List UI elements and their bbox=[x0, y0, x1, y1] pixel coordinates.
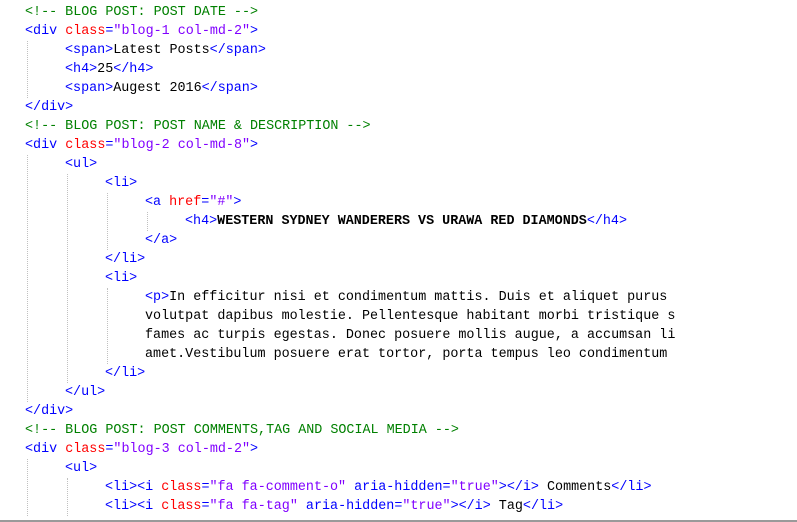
indent-guide bbox=[27, 459, 28, 516]
code-token-tag: <li><i bbox=[105, 499, 162, 514]
code-token-value: "true" bbox=[402, 499, 451, 514]
code-token-tag: > bbox=[250, 24, 259, 39]
code-line: amet.Vestibulum posuere erat tortor, por… bbox=[145, 345, 667, 364]
code-token-attr: class bbox=[161, 480, 202, 495]
code-token-value: "blog-1 col-md-2" bbox=[113, 24, 251, 39]
code-token-attr: class bbox=[65, 442, 106, 457]
code-token-comment: <!-- BLOG POST: POST COMMENTS,TAG AND SO… bbox=[25, 423, 459, 438]
code-token-tag: </li> bbox=[522, 499, 564, 514]
code-line: <div class="blog-2 col-md-8"> bbox=[25, 136, 258, 155]
code-line: <h4>WESTERN SYDNEY WANDERERS VS URAWA RE… bbox=[185, 212, 627, 231]
code-line: <li><i class="fa fa-comment-o" aria-hidd… bbox=[105, 478, 651, 497]
code-line: <a href="#"> bbox=[145, 193, 241, 212]
code-token-bold: WESTERN SYDNEY WANDERERS VS URAWA RED DI… bbox=[217, 214, 587, 229]
indent-guide bbox=[107, 193, 108, 250]
code-token-tag: <h4> bbox=[185, 214, 218, 229]
code-token-value: "true" bbox=[450, 480, 499, 495]
indent-guide bbox=[147, 212, 148, 231]
code-token-tag: <span> bbox=[65, 81, 114, 96]
code-editor[interactable]: <!-- BLOG POST: POST DATE --> <div class=… bbox=[0, 0, 797, 522]
code-token-tag: ></i> bbox=[498, 480, 539, 495]
code-token-value: "blog-3 col-md-2" bbox=[113, 442, 251, 457]
code-token-text: 25 bbox=[97, 62, 114, 77]
code-token-tag: <p> bbox=[145, 290, 170, 305]
code-line: <div class="blog-3 col-md-2"> bbox=[25, 440, 258, 459]
code-line: <ul> bbox=[65, 459, 97, 478]
code-token-attr: class bbox=[161, 499, 202, 514]
code-token-comment: <!-- BLOG POST: POST DATE --> bbox=[25, 5, 259, 20]
indent-guide bbox=[67, 174, 68, 383]
code-token-attr: class bbox=[65, 24, 106, 39]
code-line: volutpat dapibus molestie. Pellentesque … bbox=[145, 307, 675, 326]
indent-guide bbox=[27, 155, 28, 402]
code-token-tag: ></i> bbox=[450, 499, 491, 514]
code-token-value: "fa fa-comment-o" bbox=[209, 480, 347, 495]
code-token-tag: </div> bbox=[25, 100, 74, 115]
code-line: <ul> bbox=[65, 155, 97, 174]
code-token-tag: <h4> bbox=[65, 62, 98, 77]
code-line: <li> bbox=[105, 269, 137, 288]
code-token-tag: <li><i bbox=[105, 480, 162, 495]
code-token-value: "fa fa-tag" bbox=[209, 499, 298, 514]
code-line: <span>Augest 2016</span> bbox=[65, 79, 258, 98]
code-token-text: Tag bbox=[490, 499, 523, 514]
indent-guide bbox=[107, 288, 108, 364]
code-token-tag: <li> bbox=[105, 271, 138, 286]
code-line: </a> bbox=[145, 231, 177, 250]
code-token-tag: </li> bbox=[105, 252, 146, 267]
code-token-tag: </span> bbox=[209, 43, 266, 58]
code-token-tag: <ul> bbox=[65, 461, 98, 476]
code-line: <!-- BLOG POST: POST COMMENTS,TAG AND SO… bbox=[25, 421, 459, 440]
code-token-text: Augest 2016 bbox=[113, 81, 202, 96]
code-token-text: volutpat dapibus molestie. Pellentesque … bbox=[145, 309, 676, 324]
code-token-text: amet.Vestibulum posuere erat tortor, por… bbox=[145, 347, 668, 362]
code-token-tag: aria-hidden= bbox=[297, 499, 403, 514]
code-token-tag: <div bbox=[25, 442, 66, 457]
code-line: </li> bbox=[105, 250, 145, 269]
code-line: <span>Latest Posts</span> bbox=[65, 41, 266, 60]
code-line: fames ac turpis egestas. Donec posuere m… bbox=[145, 326, 675, 345]
code-token-tag: <a bbox=[145, 195, 170, 210]
code-token-tag: <span> bbox=[65, 43, 114, 58]
code-token-text: In efficitur nisi et condimentum mattis.… bbox=[169, 290, 668, 305]
indent-guide bbox=[67, 478, 68, 516]
code-line: </ul> bbox=[65, 383, 105, 402]
code-token-tag: </a> bbox=[145, 233, 178, 248]
code-token-tag: </span> bbox=[201, 81, 258, 96]
code-token-tag: > bbox=[250, 138, 259, 153]
code-token-tag: <div bbox=[25, 138, 66, 153]
code-line: </div> bbox=[25, 98, 73, 117]
code-token-tag: <div bbox=[25, 24, 66, 39]
code-token-tag: </h4> bbox=[113, 62, 154, 77]
code-token-text: Comments bbox=[538, 480, 612, 495]
code-line: <h4>25</h4> bbox=[65, 60, 153, 79]
code-token-tag: </ul> bbox=[65, 385, 106, 400]
code-token-tag: <li> bbox=[105, 176, 138, 191]
code-token-tag: </li> bbox=[105, 366, 146, 381]
code-token-tag: aria-hidden= bbox=[346, 480, 451, 495]
code-token-tag: </div> bbox=[25, 404, 74, 419]
code-token-tag: > bbox=[250, 442, 259, 457]
code-token-comment: <!-- BLOG POST: POST NAME & DESCRIPTION … bbox=[25, 119, 371, 134]
code-token-tag: </h4> bbox=[586, 214, 627, 229]
code-line: <!-- BLOG POST: POST DATE --> bbox=[25, 3, 258, 22]
code-token-attr: href bbox=[169, 195, 202, 210]
code-line: <div class="blog-1 col-md-2"> bbox=[25, 22, 258, 41]
code-token-tag: > bbox=[233, 195, 242, 210]
code-token-text: Latest Posts bbox=[113, 43, 210, 58]
code-line: </li> bbox=[105, 364, 145, 383]
code-line: <!-- BLOG POST: POST NAME & DESCRIPTION … bbox=[25, 117, 371, 136]
code-token-text: fames ac turpis egestas. Donec posuere m… bbox=[145, 328, 676, 343]
code-token-value: "#" bbox=[209, 195, 234, 210]
code-token-tag: <ul> bbox=[65, 157, 98, 172]
code-line: </div> bbox=[25, 402, 73, 421]
code-token-tag: </li> bbox=[611, 480, 652, 495]
code-line: <p>In efficitur nisi et condimentum matt… bbox=[145, 288, 667, 307]
code-token-value: "blog-2 col-md-8" bbox=[113, 138, 251, 153]
indent-guide bbox=[27, 41, 28, 98]
code-token-attr: class bbox=[65, 138, 106, 153]
code-line: <li><i class="fa fa-tag" aria-hidden="tr… bbox=[105, 497, 563, 516]
code-line: <li> bbox=[105, 174, 137, 193]
